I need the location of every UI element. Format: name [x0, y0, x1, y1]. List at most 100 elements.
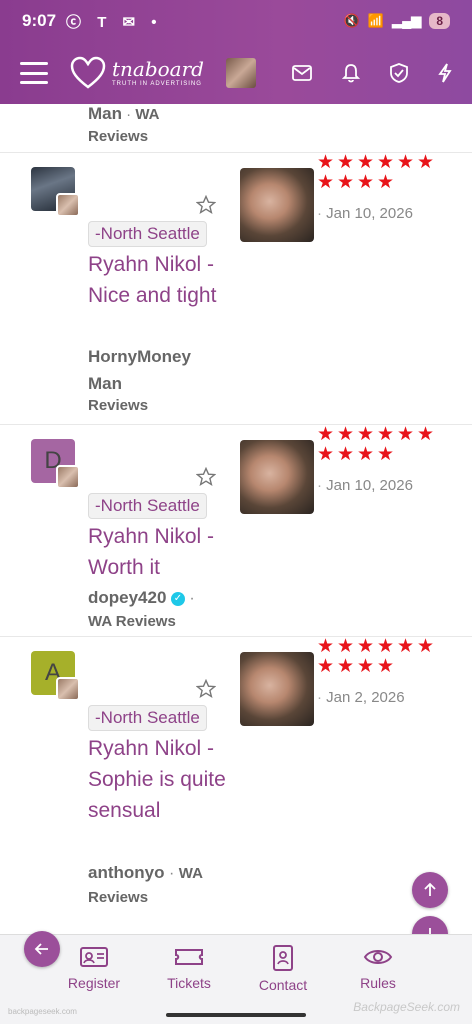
nav-register-label: Register	[67, 975, 121, 991]
entry-date: Jan 10, 2026	[326, 205, 413, 222]
nav-register[interactable]: Register	[54, 945, 134, 991]
nav-contact-label: Contact	[258, 977, 308, 993]
status-bar: 9:07 ⓒ T ✉ • 🔇 📶 ▂▄▆ 8	[0, 0, 472, 42]
rating-star-icon: ★	[357, 636, 375, 657]
location-tag[interactable]: -North Seattle	[88, 221, 207, 247]
arrow-left-icon	[34, 943, 48, 955]
rating-star-icon: ★	[417, 424, 435, 445]
avatar-mini	[56, 465, 80, 489]
entry-author[interactable]: Man	[88, 104, 122, 123]
rating-star-icon: ★	[357, 424, 375, 445]
nav-rules[interactable]: Rules	[338, 945, 418, 991]
entry-author[interactable]: anthonyo	[88, 863, 165, 882]
rating-star-icon: ★	[357, 444, 375, 465]
lightning-icon[interactable]	[438, 63, 452, 83]
nav-contact[interactable]: Contact	[243, 945, 323, 993]
battery-indicator: 8	[429, 13, 450, 29]
nav-tickets[interactable]: Tickets	[149, 945, 229, 991]
entry-title[interactable]: Ryahn Nikol - Sophie is quite sensual	[88, 733, 228, 826]
rating-stars: ★ ★ ★ ★ ★ ★ ★ ★ ★ ★	[317, 425, 439, 464]
star-outline-icon[interactable]	[196, 195, 216, 215]
rating-star-icon: ★	[357, 172, 375, 193]
rating-star-icon: ★	[337, 424, 355, 445]
arrow-up-icon	[424, 882, 436, 896]
watermark: BackpageSeek.com	[353, 1000, 460, 1014]
review-thumbnail[interactable]	[240, 652, 314, 726]
entry-forum-cont[interactable]: Reviews	[88, 128, 148, 145]
entry-forum[interactable]: WA Reviews	[88, 613, 176, 630]
rating-star-icon: ★	[377, 636, 395, 657]
review-feed: Man · WA Reviews -North Seattle Ryahn Ni…	[0, 104, 472, 934]
entry-author[interactable]: dopey420	[88, 588, 166, 607]
entry-forum[interactable]: WA	[135, 106, 159, 123]
rating-star-icon: ★	[317, 172, 335, 193]
rating-star-icon: ★	[417, 152, 435, 173]
site-logo[interactable]: tnaboard TRUTH IN ADVERTISING	[70, 56, 204, 90]
rating-star-icon: ★	[337, 636, 355, 657]
scroll-up-button[interactable]	[412, 872, 448, 908]
rating-star-icon: ★	[317, 444, 335, 465]
location-tag[interactable]: -North Seattle	[88, 493, 207, 519]
entry-date: Jan 10, 2026	[326, 477, 413, 494]
review-thumbnail[interactable]	[240, 440, 314, 514]
entry-title[interactable]: Ryahn Nikol - Worth it	[88, 521, 228, 583]
contact-book-icon	[273, 945, 293, 971]
rating-star-icon: ★	[357, 656, 375, 677]
rating-star-icon: ★	[377, 424, 395, 445]
rating-star-icon: ★	[317, 656, 335, 677]
id-card-icon	[80, 947, 108, 967]
status-time: 9:07	[22, 11, 57, 30]
watermark-small: backpageseek.com	[8, 1007, 77, 1016]
rating-star-icon: ★	[317, 424, 335, 445]
bottom-nav: Register Tickets Contact Rules	[0, 931, 472, 1006]
review-thumbnail[interactable]	[240, 168, 314, 242]
rating-star-icon: ★	[417, 636, 435, 657]
rating-star-icon: ★	[377, 172, 395, 193]
list-item[interactable]: -North Seattle Ryahn Nikol - Nice and ti…	[0, 152, 472, 424]
rating-star-icon: ★	[377, 656, 395, 677]
rating-star-icon: ★	[357, 152, 375, 173]
mute-icon: 🔇	[343, 13, 360, 28]
logo-tagline: TRUTH IN ADVERTISING	[112, 81, 202, 87]
rating-star-icon: ★	[337, 152, 355, 173]
rating-star-icon: ★	[377, 444, 395, 465]
rating-star-icon: ★	[397, 636, 415, 657]
rating-star-icon: ★	[377, 152, 395, 173]
eye-icon	[363, 950, 393, 964]
logo-name: tnaboard	[112, 57, 204, 81]
notification-icons: ⓒ T ✉ •	[66, 13, 163, 31]
entry-date: Jan 2, 2026	[326, 689, 405, 706]
verified-badge-icon: ✓	[170, 591, 185, 606]
ticket-icon	[175, 949, 203, 965]
list-item[interactable]: D -North Seattle Ryahn Nikol - Worth it …	[0, 424, 472, 636]
user-avatar[interactable]	[225, 58, 256, 88]
entry-forum[interactable]: WA	[179, 865, 203, 882]
signal-icon: ▂▄▆	[392, 13, 422, 28]
menu-icon[interactable]	[20, 62, 48, 84]
entry-author[interactable]: HornyMoney Man	[88, 343, 218, 397]
entry-forum[interactable]: Reviews	[88, 397, 148, 414]
entry-forum-cont[interactable]: Reviews	[88, 889, 148, 906]
avatar-mini	[56, 193, 80, 217]
app-header: tnaboard TRUTH IN ADVERTISING	[0, 42, 472, 104]
rating-star-icon: ★	[397, 424, 415, 445]
shield-check-icon[interactable]	[390, 63, 408, 83]
avatar-mini	[56, 677, 80, 701]
star-outline-icon[interactable]	[196, 679, 216, 699]
wifi-icon: 📶	[367, 13, 385, 28]
mail-icon[interactable]	[292, 65, 312, 81]
list-item[interactable]: A -North Seattle Ryahn Nikol - Sophie is…	[0, 636, 472, 934]
location-tag[interactable]: -North Seattle	[88, 705, 207, 731]
rating-star-icon: ★	[337, 444, 355, 465]
nav-tickets-label: Tickets	[167, 975, 211, 991]
rating-star-icon: ★	[337, 656, 355, 677]
rating-star-icon: ★	[317, 636, 335, 657]
rating-stars: ★ ★ ★ ★ ★ ★ ★ ★ ★ ★	[317, 153, 439, 192]
bell-icon[interactable]	[342, 63, 360, 83]
heart-logo-icon	[70, 56, 106, 89]
rating-star-icon: ★	[337, 172, 355, 193]
entry-title[interactable]: Ryahn Nikol - Nice and tight	[88, 249, 228, 311]
star-outline-icon[interactable]	[196, 467, 216, 487]
rating-stars: ★ ★ ★ ★ ★ ★ ★ ★ ★ ★	[317, 637, 439, 676]
rating-star-icon: ★	[317, 152, 335, 173]
